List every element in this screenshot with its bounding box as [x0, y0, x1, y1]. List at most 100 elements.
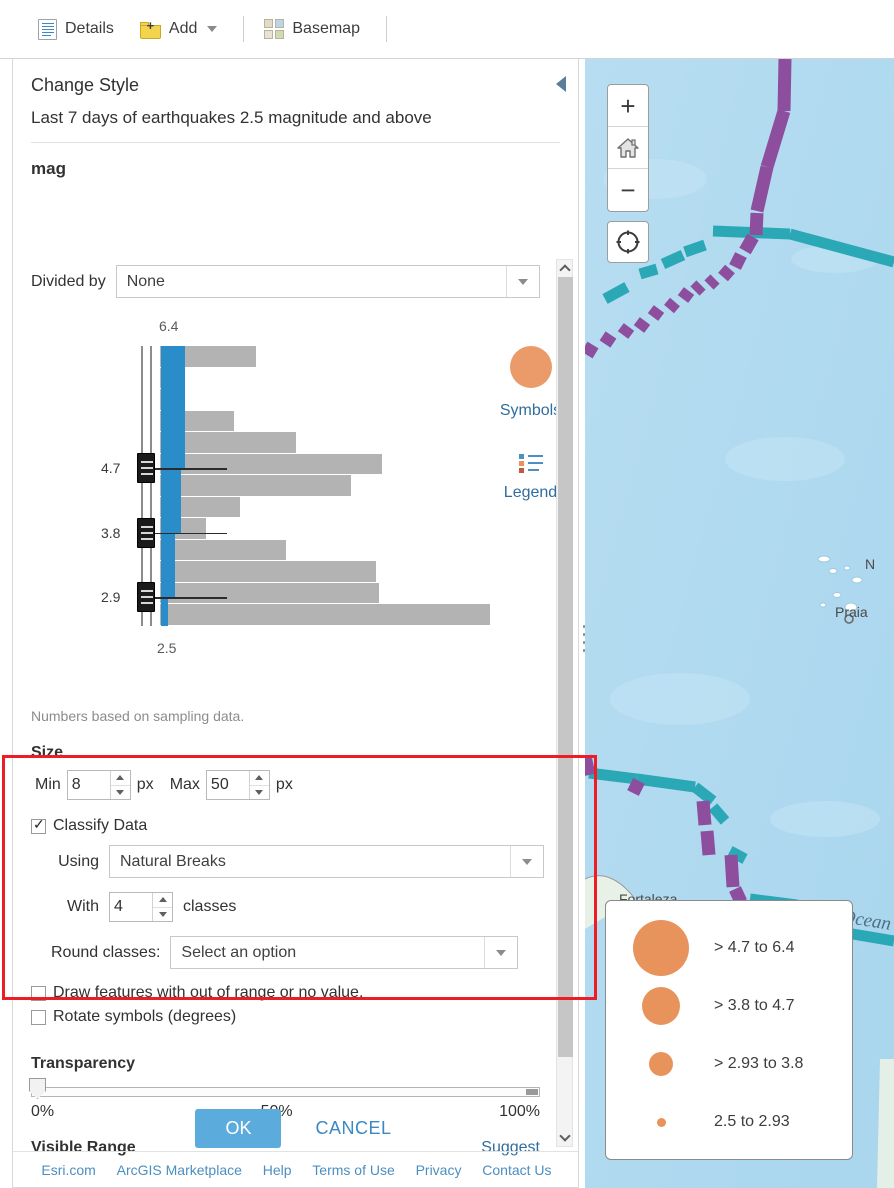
break-handle[interactable]: [137, 582, 155, 613]
zoom-in-button[interactable]: +: [608, 85, 648, 127]
break-handle-line: [155, 468, 227, 470]
min-size-stepper[interactable]: [66, 770, 131, 800]
footer-link[interactable]: Privacy: [416, 1162, 462, 1178]
chevron-down-icon[interactable]: [505, 266, 539, 297]
collapse-panel-icon[interactable]: [556, 76, 566, 92]
classes-label: classes: [183, 898, 237, 915]
panel-action-buttons: OK CANCEL: [13, 1109, 578, 1148]
locate-button[interactable]: [607, 221, 649, 263]
classes-stepper[interactable]: [109, 892, 173, 922]
divided-by-select[interactable]: None: [115, 265, 540, 298]
sampling-note: Numbers based on sampling data.: [31, 708, 245, 724]
map-controls: + −: [607, 84, 649, 263]
page-title: Change Style: [31, 75, 140, 95]
chevron-down-icon[interactable]: [484, 937, 517, 968]
add-folder-icon: +: [139, 19, 161, 39]
layer-name: Last 7 days of earthquakes 2.5 magnitude…: [31, 108, 560, 143]
break-handle-label: 4.7: [101, 460, 121, 477]
add-label: Add: [168, 20, 198, 37]
transparency-track-end: [526, 1089, 538, 1095]
zoom-out-button[interactable]: −: [608, 169, 648, 211]
home-button[interactable]: [608, 127, 648, 169]
divided-by-value: None: [126, 272, 165, 290]
map-label-n: N: [865, 556, 876, 572]
max-size-increment[interactable]: [249, 771, 269, 786]
classes-increment[interactable]: [153, 893, 172, 908]
classes-row: With classes: [31, 885, 558, 929]
break-handle-line: [155, 597, 227, 599]
rotate-symbols-row[interactable]: Rotate symbols (degrees): [31, 1005, 558, 1029]
scrollbar-thumb[interactable]: [558, 277, 573, 1057]
histogram-bars: [160, 346, 490, 626]
cancel-button[interactable]: CANCEL: [309, 1117, 397, 1140]
break-handle[interactable]: [137, 517, 155, 548]
scroll-up-button[interactable]: [557, 260, 572, 277]
legend-symbol-cell: [618, 920, 704, 976]
transparency-slider[interactable]: [13, 1078, 558, 1099]
basemap-label: Basemap: [292, 20, 360, 37]
max-size-input[interactable]: [206, 771, 249, 799]
map-canvas[interactable]: Atlantic Ocean N Praia Fortaleza + −: [585, 59, 894, 1188]
add-button[interactable]: + Add: [139, 13, 218, 45]
panel-scroll-area: Divided by None 6.4 2.5 4.7 3.8 2.9 Symb…: [13, 257, 578, 1156]
size-ramp-segment: [161, 346, 185, 469]
footer-link[interactable]: Esri.com: [41, 1162, 95, 1178]
ok-button[interactable]: OK: [195, 1109, 282, 1148]
size-ramp-segment: [161, 532, 175, 598]
transparency-track[interactable]: [31, 1087, 540, 1097]
classification-method-select[interactable]: Natural Breaks: [109, 845, 544, 878]
footer-link[interactable]: Terms of Use: [312, 1162, 394, 1178]
draw-out-of-range-checkbox[interactable]: [31, 985, 46, 1001]
size-ramp-segment: [161, 597, 168, 626]
draw-out-of-range-row[interactable]: Draw features with out of range or no va…: [31, 976, 558, 1005]
legend-item: > 4.7 to 6.4: [606, 919, 852, 977]
legend-item: > 3.8 to 4.7: [606, 977, 852, 1035]
break-handle[interactable]: [137, 453, 155, 484]
legend-symbol-circle: [656, 1117, 666, 1127]
max-size-decrement[interactable]: [250, 786, 269, 800]
min-size-unit: px: [136, 776, 154, 793]
legend-item: > 2.93 to 3.8: [606, 1035, 852, 1093]
round-classes-row: Round classes: Select an option: [31, 929, 558, 976]
using-label: Using: [58, 852, 99, 870]
footer-link[interactable]: ArcGIS Marketplace: [117, 1162, 242, 1178]
classes-decrement[interactable]: [153, 908, 172, 922]
plus-icon: +: [620, 90, 636, 121]
rotate-symbols-checkbox[interactable]: [31, 1009, 46, 1025]
classes-input[interactable]: [110, 893, 152, 921]
classify-data-row[interactable]: Classify Data: [31, 814, 558, 838]
chevron-down-icon[interactable]: [207, 26, 218, 32]
max-size-unit: px: [275, 776, 293, 793]
legend-symbol-circle: [649, 1052, 673, 1076]
divided-by-row: Divided by None: [13, 257, 558, 298]
with-label: With: [67, 898, 99, 915]
using-row: Using Natural Breaks: [31, 838, 558, 885]
legend-item-label: > 2.93 to 3.8: [714, 1055, 804, 1072]
rotate-symbols-label: Rotate symbols (degrees): [53, 1008, 237, 1025]
footer-link[interactable]: Contact Us: [482, 1162, 551, 1178]
legend-item-label: > 4.7 to 6.4: [714, 939, 795, 956]
classify-data-checkbox[interactable]: [31, 816, 46, 834]
break-handle-line: [155, 532, 227, 535]
legend-item-label: > 3.8 to 4.7: [714, 997, 795, 1014]
histogram-bar: [160, 453, 383, 475]
legend-symbol-cell: [618, 1052, 704, 1076]
basemap-button[interactable]: Basemap: [264, 13, 360, 45]
min-size-input[interactable]: [67, 771, 110, 799]
draw-out-of-range-label: Draw features with out of range or no va…: [53, 984, 364, 1001]
symbol-preview-circle[interactable]: [509, 346, 552, 388]
chevron-down-icon[interactable]: [510, 846, 543, 877]
classification-method-value: Natural Breaks: [120, 852, 226, 870]
details-button[interactable]: Details: [38, 13, 114, 45]
panel-scrollbar[interactable]: [556, 259, 573, 1147]
min-size-decrement[interactable]: [111, 786, 130, 800]
round-classes-select[interactable]: Select an option: [170, 936, 519, 969]
histogram-max-label: 6.4: [159, 318, 179, 334]
map-legend: > 4.7 to 6.4 > 3.8 to 4.7 > 2.93 to 3.8 2.5…: [605, 900, 853, 1160]
home-icon: [617, 137, 639, 158]
min-size-increment[interactable]: [110, 771, 130, 786]
footer-link[interactable]: Help: [263, 1162, 292, 1178]
classify-section: Classify Data Using Natural Breaks With: [13, 800, 558, 1029]
max-size-stepper[interactable]: [205, 770, 270, 800]
toolbar-divider-2: [385, 16, 387, 42]
